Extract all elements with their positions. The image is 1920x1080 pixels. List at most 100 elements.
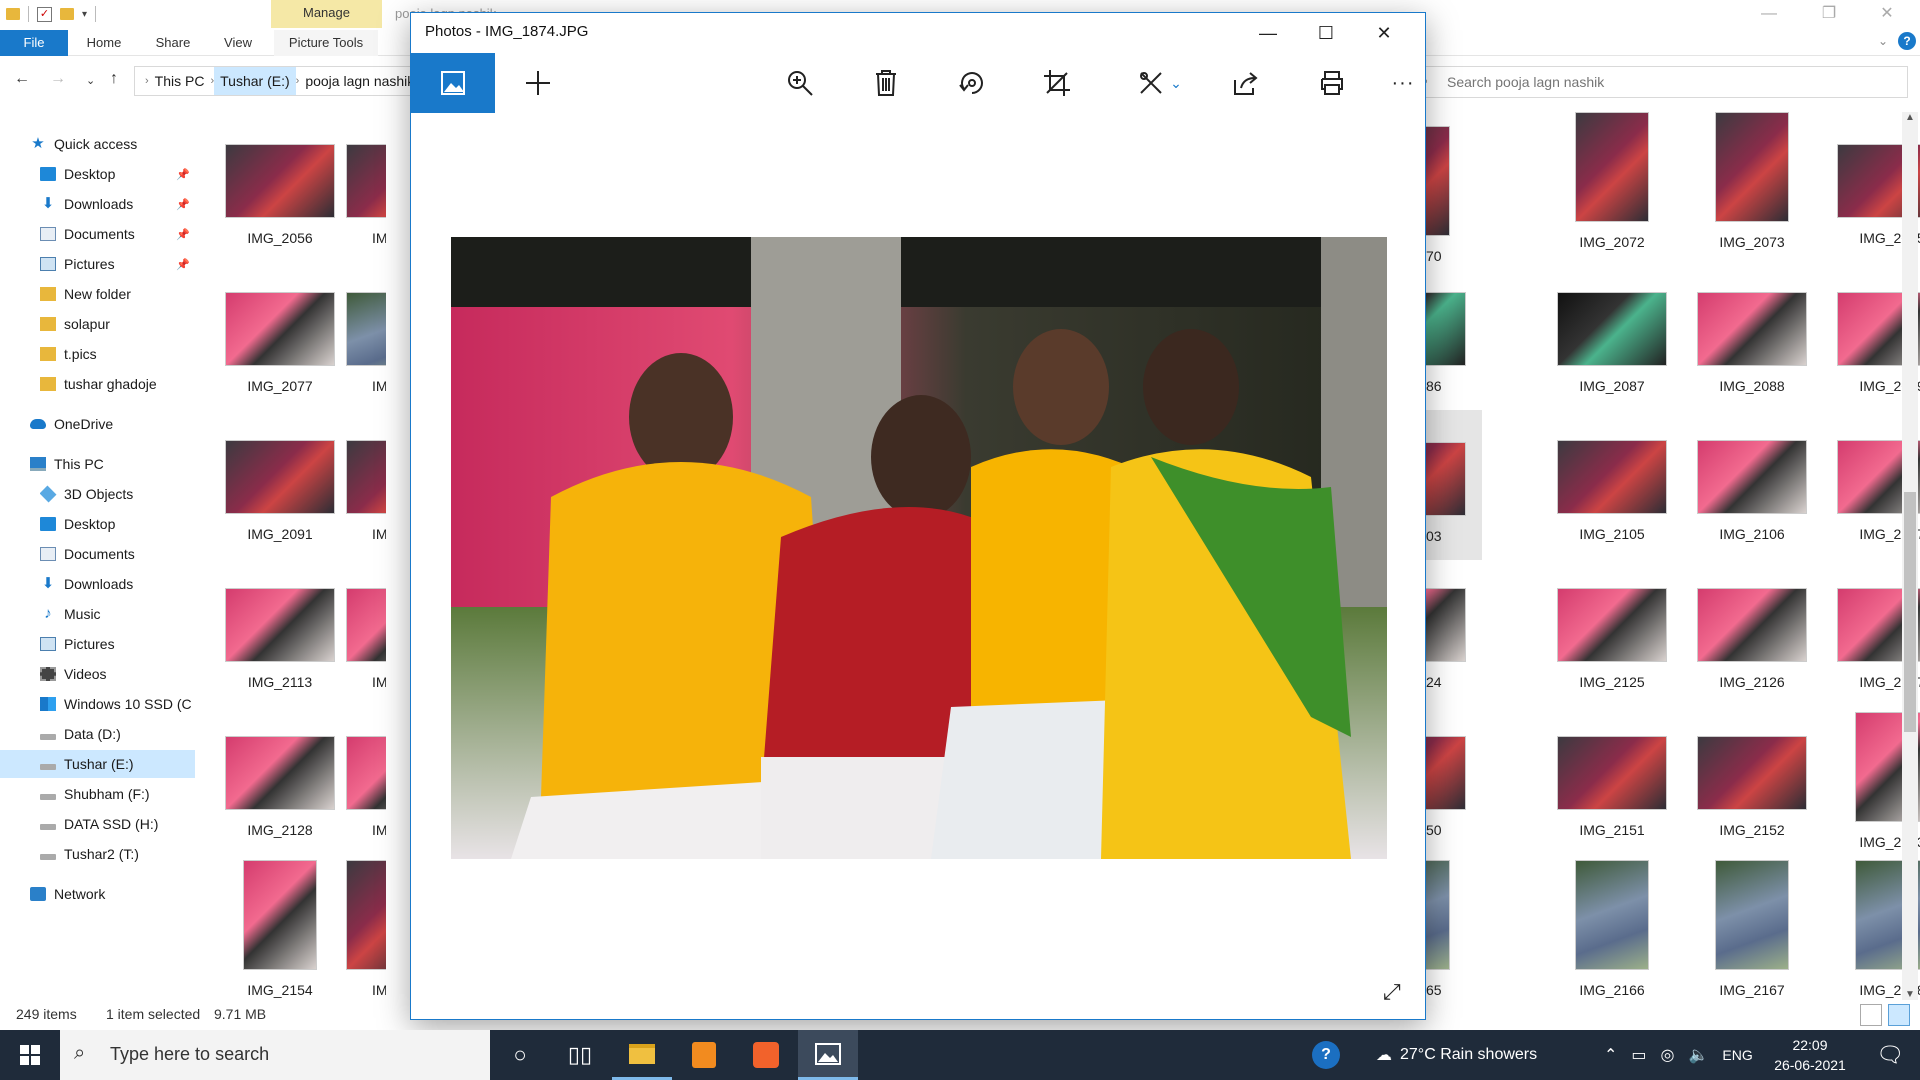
breadcrumb-current-folder[interactable]: pooja lagn nashik: [299, 73, 413, 89]
nav-pc-desktop[interactable]: Desktop: [40, 510, 236, 538]
breadcrumb[interactable]: › This PC › Tushar (E:) › pooja lagn nas…: [134, 66, 414, 96]
nav-documents[interactable]: Documents: [40, 220, 236, 248]
search-input[interactable]: [1447, 71, 1887, 93]
photos-taskbar-icon[interactable]: [798, 1030, 858, 1080]
nav-pc-documents[interactable]: Documents: [40, 540, 236, 568]
add-to-button[interactable]: [513, 53, 563, 113]
file-tile[interactable]: IMG_2088: [1682, 274, 1822, 394]
nav-quick-access[interactable]: ★ Quick access: [30, 130, 226, 158]
help-icon[interactable]: ?: [1898, 32, 1916, 50]
file-tile[interactable]: IM: [346, 718, 386, 838]
photos-close-button[interactable]: ✕: [1355, 13, 1413, 53]
recent-locations-icon[interactable]: ⌄: [86, 74, 95, 87]
tab-picture-tools[interactable]: Picture Tools: [274, 30, 378, 56]
weather-widget[interactable]: ? ☁ 27°C Rain showers: [1312, 1030, 1537, 1080]
file-tile[interactable]: IM: [346, 422, 386, 542]
nav-3d-objects[interactable]: 3D Objects: [40, 480, 236, 508]
file-tile[interactable]: 24: [1426, 570, 1466, 690]
file-tile[interactable]: IMG_2128: [210, 718, 350, 838]
forward-icon[interactable]: →: [50, 70, 66, 88]
file-tile[interactable]: IMG_2167: [1682, 860, 1822, 998]
nav-drive-f[interactable]: Shubham (F:): [40, 780, 236, 808]
new-folder-icon[interactable]: [60, 8, 74, 20]
clock[interactable]: 22:09 26-06-2021: [1760, 1035, 1860, 1075]
chevron-down-icon[interactable]: ⌄: [1170, 75, 1182, 92]
nav-drive-t[interactable]: Tushar2 (T:): [40, 840, 236, 868]
nav-pc-downloads[interactable]: ⬇ Downloads: [40, 570, 236, 598]
scroll-up-icon[interactable]: ▲: [1905, 112, 1915, 123]
nav-music[interactable]: ♪ Music: [40, 600, 236, 628]
file-explorer-taskbar-icon[interactable]: [612, 1030, 672, 1080]
nav-network[interactable]: Network: [30, 880, 226, 908]
delete-button[interactable]: [861, 53, 911, 113]
file-tile[interactable]: IM: [346, 126, 386, 246]
search-box[interactable]: ⌕: [1418, 66, 1908, 98]
nav-videos[interactable]: Videos: [40, 660, 236, 688]
see-all-photos-button[interactable]: [411, 53, 495, 113]
share-button[interactable]: [1221, 53, 1271, 113]
nav-solapur[interactable]: solapur: [40, 310, 236, 338]
breadcrumb-this-pc[interactable]: This PC: [149, 73, 211, 89]
nav-drive-e[interactable]: Tushar (E:): [0, 750, 195, 778]
tab-share[interactable]: Share: [144, 30, 202, 56]
file-tile[interactable]: IMG_2126: [1682, 570, 1822, 690]
file-tile[interactable]: IMG_2151: [1542, 718, 1682, 838]
restore-button[interactable]: ❐: [1806, 0, 1852, 30]
sublime-text-icon[interactable]: [674, 1030, 734, 1080]
nav-drive-d[interactable]: Data (D:): [40, 720, 236, 748]
manage-context-tab[interactable]: Manage: [271, 0, 382, 28]
more-icon[interactable]: ···: [1383, 53, 1423, 113]
file-tile[interactable]: IMG_2091: [210, 422, 350, 542]
photos-maximize-button[interactable]: ☐: [1297, 13, 1355, 53]
file-tile[interactable]: IMG_2152: [1682, 718, 1822, 838]
nav-pictures[interactable]: Pictures: [40, 250, 236, 278]
tab-home[interactable]: Home: [76, 30, 132, 56]
file-tile[interactable]: IM: [346, 570, 386, 690]
back-icon[interactable]: ←: [14, 70, 30, 88]
vertical-scrollbar[interactable]: ▲ ▼: [1902, 112, 1918, 1000]
tab-view[interactable]: View: [212, 30, 264, 56]
rotate-button[interactable]: [947, 53, 997, 113]
battery-icon[interactable]: ▭: [1631, 1045, 1646, 1065]
nav-new-folder[interactable]: New folder: [40, 280, 236, 308]
file-tile[interactable]: IMG_2154: [210, 860, 350, 998]
customize-toolbar-icon[interactable]: ▾: [82, 9, 87, 20]
file-tile[interactable]: IMG_2106: [1682, 422, 1822, 542]
nav-onedrive[interactable]: OneDrive: [30, 410, 226, 438]
details-view-icon[interactable]: [1860, 1004, 1882, 1026]
properties-icon[interactable]: ✓: [37, 6, 52, 22]
nav-t-pics[interactable]: t.pics: [40, 340, 236, 368]
large-icons-view-icon[interactable]: [1888, 1004, 1910, 1026]
network-globe-icon[interactable]: ◎: [1661, 1045, 1675, 1065]
crop-button[interactable]: [1032, 53, 1082, 113]
photos-minimize-button[interactable]: —: [1239, 13, 1297, 53]
scroll-down-icon[interactable]: ▼: [1905, 989, 1915, 1000]
minimize-button[interactable]: —: [1746, 0, 1792, 30]
chevron-up-icon[interactable]: ⌃: [1604, 1045, 1617, 1065]
nav-downloads[interactable]: ⬇ Downloads: [40, 190, 236, 218]
notifications-icon[interactable]: 🗨: [1860, 1030, 1920, 1080]
scrollbar-thumb[interactable]: [1904, 492, 1916, 732]
file-tile[interactable]: IMG_2072: [1542, 112, 1682, 250]
expand-icon[interactable]: ⤢: [1383, 979, 1401, 1005]
photo-viewer-image[interactable]: [451, 237, 1387, 859]
task-view-icon[interactable]: ▯▯: [550, 1030, 610, 1080]
file-tile[interactable]: IMG_2077: [210, 274, 350, 394]
zoom-button[interactable]: [775, 53, 825, 113]
up-icon[interactable]: ↑: [110, 70, 118, 88]
print-button[interactable]: [1307, 53, 1357, 113]
file-tile[interactable]: IMG_2073: [1682, 112, 1822, 250]
close-button[interactable]: ✕: [1864, 0, 1910, 30]
start-button[interactable]: [0, 1030, 60, 1080]
file-tile[interactable]: IM: [346, 274, 386, 394]
file-tile-hover[interactable]: 03: [1426, 410, 1482, 560]
volume-icon[interactable]: 🔈: [1689, 1045, 1709, 1065]
edit-create-button[interactable]: ⌄: [1125, 53, 1195, 113]
language-indicator[interactable]: ENG: [1722, 1047, 1752, 1063]
nav-pc-pictures[interactable]: Pictures: [40, 630, 236, 658]
file-tile[interactable]: 50: [1426, 718, 1466, 838]
nav-desktop[interactable]: Desktop: [40, 160, 236, 188]
tab-file[interactable]: File: [0, 30, 68, 56]
taskbar-search-box[interactable]: ⌕ Type here to search: [60, 1030, 490, 1080]
nav-this-pc[interactable]: This PC: [30, 450, 226, 478]
